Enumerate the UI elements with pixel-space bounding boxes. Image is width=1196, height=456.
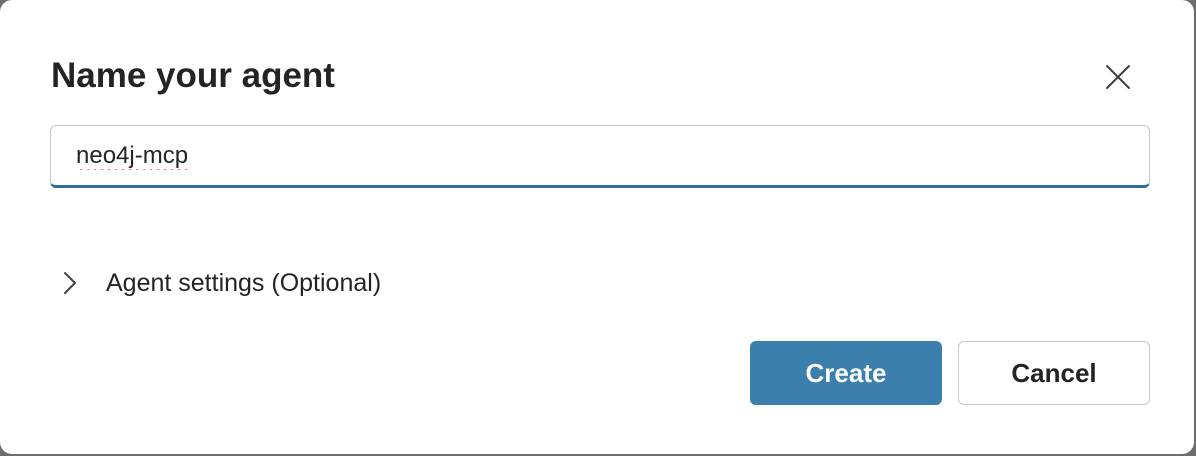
agent-name-field xyxy=(50,125,1150,188)
agent-settings-toggle[interactable]: Agent settings (Optional) xyxy=(56,260,381,306)
agent-name-input[interactable] xyxy=(76,126,1136,185)
close-icon xyxy=(1105,64,1131,93)
dialog-title: Name your agent xyxy=(51,56,335,95)
close-button[interactable] xyxy=(1094,54,1142,102)
create-button[interactable]: Create xyxy=(750,341,942,405)
cancel-button[interactable]: Cancel xyxy=(958,341,1150,405)
name-agent-dialog: Name your agent Agent settings (Optional… xyxy=(0,0,1194,454)
agent-settings-label: Agent settings (Optional) xyxy=(106,268,382,297)
chevron-right-icon xyxy=(56,269,84,297)
